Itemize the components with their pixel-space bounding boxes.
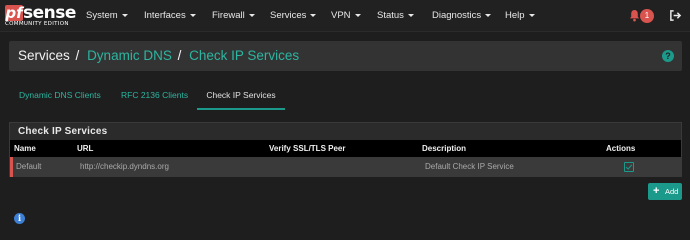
table-row[interactable]: Default http://checkip.dyndns.org Defaul…	[10, 157, 681, 177]
menu-interfaces[interactable]: Interfaces	[144, 0, 196, 32]
cell-url: http://checkip.dyndns.org	[80, 162, 169, 171]
breadcrumb: Services / Dynamic DNS / Check IP Servic…	[9, 41, 682, 71]
logo-sense: sense	[23, 3, 76, 23]
column-header-url: URL	[77, 144, 94, 153]
caret-down-icon	[189, 13, 196, 17]
breadcrumb-check-ip-services[interactable]: Check IP Services	[189, 48, 299, 63]
top-navbar: pf sense COMMUNITY EDITION System Interf…	[0, 0, 690, 32]
menu-status[interactable]: Status	[377, 0, 414, 32]
caret-down-icon	[407, 13, 414, 17]
menu-diagnostics[interactable]: Diagnostics	[432, 0, 492, 32]
notification-count-badge[interactable]: 1	[640, 9, 654, 23]
logo-pf: pf	[5, 4, 23, 22]
panel-title: Check IP Services	[10, 123, 681, 140]
menu-vpn[interactable]: VPN	[331, 0, 361, 32]
pfsense-logo[interactable]: pf sense COMMUNITY EDITION	[5, 2, 76, 30]
caret-down-icon	[248, 13, 255, 17]
breadcrumb-dynamic-dns[interactable]: Dynamic DNS	[87, 48, 172, 63]
breadcrumb-separator: /	[177, 48, 182, 63]
table-header: Name URL Verify SSL/TLS Peer Description…	[10, 140, 681, 157]
breadcrumb-services: Services	[18, 48, 70, 63]
cell-description: Default Check IP Service	[425, 162, 514, 171]
column-header-description: Description	[422, 144, 467, 153]
bell-icon[interactable]	[629, 9, 640, 22]
check-square-icon[interactable]	[624, 162, 634, 172]
tab-check-ip-services[interactable]: Check IP Services	[197, 80, 285, 110]
column-header-verify: Verify SSL/TLS Peer	[269, 144, 346, 153]
column-header-actions: Actions	[606, 144, 636, 153]
menu-firewall[interactable]: Firewall	[212, 0, 255, 32]
cell-name: Default	[16, 162, 42, 171]
menu-system[interactable]: System	[86, 0, 128, 32]
menu-services[interactable]: Services	[270, 0, 317, 32]
caret-down-icon	[485, 13, 492, 17]
caret-down-icon	[121, 13, 128, 17]
check-ip-services-panel: Check IP Services Name URL Verify SSL/TL…	[9, 122, 682, 177]
tab-bar: Dynamic DNS Clients RFC 2136 Clients Che…	[9, 80, 682, 110]
breadcrumb-separator: /	[75, 48, 80, 63]
add-button[interactable]: + Add	[648, 183, 682, 200]
caret-down-icon	[528, 13, 535, 17]
caret-down-icon	[354, 13, 361, 17]
logout-icon[interactable]	[669, 9, 682, 22]
column-header-name: Name	[14, 144, 36, 153]
tab-dynamic-dns-clients[interactable]: Dynamic DNS Clients	[19, 80, 101, 110]
info-icon[interactable]: i	[14, 213, 25, 224]
add-button-label: Add	[665, 187, 679, 196]
logo-edition: COMMUNITY EDITION	[5, 21, 69, 27]
plus-icon: +	[653, 185, 660, 197]
help-icon[interactable]: ?	[662, 50, 674, 62]
tab-rfc-2136-clients[interactable]: RFC 2136 Clients	[121, 80, 188, 110]
caret-down-icon	[310, 13, 317, 17]
menu-help[interactable]: Help	[505, 0, 535, 32]
